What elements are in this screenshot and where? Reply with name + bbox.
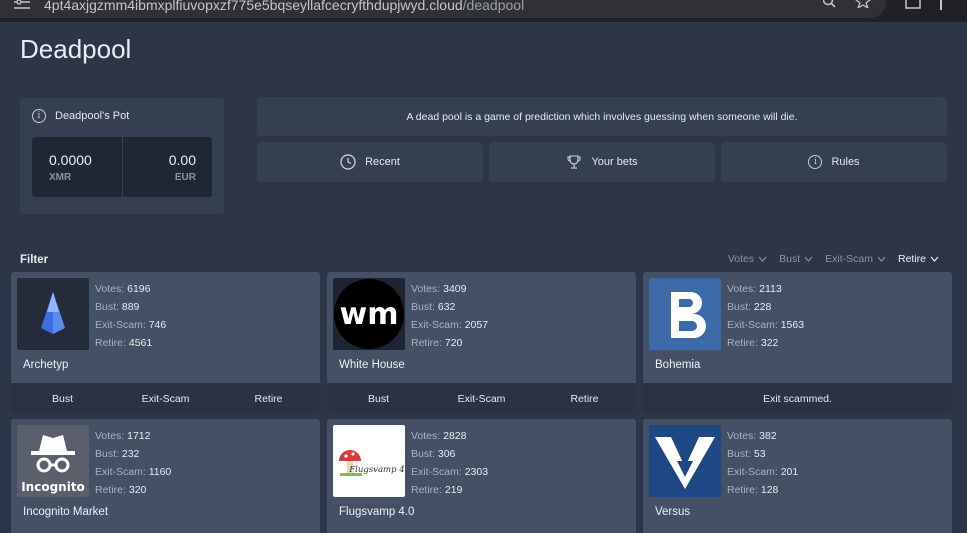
menu-icon[interactable] bbox=[940, 0, 942, 10]
vote-actions: Bust Exit-Scam Retire bbox=[327, 383, 636, 413]
xmr-label: XMR bbox=[49, 172, 72, 183]
pot-values: 0.0000 XMR 0.00 EUR bbox=[32, 137, 212, 197]
eur-value: 0.00 bbox=[168, 152, 196, 168]
market-card-incognito: Incognito Votes: 1712 Bust: 232 Exit-Sca… bbox=[11, 419, 320, 533]
retire-button[interactable]: Retire bbox=[217, 393, 320, 405]
trophy-icon bbox=[567, 155, 581, 169]
bohemia-logo bbox=[649, 278, 721, 350]
svg-text:Incognito: Incognito bbox=[21, 480, 85, 494]
market-stats: Votes: 3409 Bust: 632 Exit-Scam: 2057 Re… bbox=[411, 283, 489, 349]
sort-exit-scam[interactable]: Exit-Scam bbox=[825, 253, 886, 265]
address-bar[interactable]: 4pt4axjgzmm4ibmxplfiuvopxzf775e5bqseylla… bbox=[0, 0, 886, 18]
market-stats: Votes: 1712 Bust: 232 Exit-Scam: 1160 Re… bbox=[95, 430, 172, 496]
archetyp-logo bbox=[17, 278, 89, 350]
sort-retire[interactable]: Retire bbox=[898, 253, 939, 265]
your-bets-button[interactable]: Your bets bbox=[489, 142, 715, 182]
market-stats: Votes: 382 Bust: 53 Exit-Scam: 201 Retir… bbox=[727, 430, 799, 496]
retire-button[interactable]: Retire bbox=[533, 393, 636, 405]
info-icon: i bbox=[32, 109, 46, 123]
svg-text:wm: wm bbox=[340, 297, 399, 332]
chevron-down-icon bbox=[930, 256, 939, 262]
status-bar: Exit scammed. bbox=[643, 383, 952, 413]
exit-scammed-status: Exit scammed. bbox=[763, 392, 832, 405]
incognito-logo: Incognito bbox=[17, 425, 89, 497]
exit-scam-button[interactable]: Exit-Scam bbox=[430, 393, 533, 405]
rules-label: Rules bbox=[831, 156, 860, 168]
bust-button[interactable]: Bust bbox=[327, 393, 430, 405]
market-stats: Votes: 2828 Bust: 306 Exit-Scam: 2303 Re… bbox=[411, 430, 489, 496]
browser-toolbar: 4pt4axjgzmm4ibmxplfiuvopxzf775e5bqseylla… bbox=[0, 0, 967, 22]
pot-label: Deadpool's Pot bbox=[55, 110, 130, 122]
url-text[interactable]: 4pt4axjgzmm4ibmxplfiuvopxzf775e5bqseylla… bbox=[44, 0, 524, 13]
extensions-icon[interactable] bbox=[905, 0, 921, 10]
recent-label: Recent bbox=[365, 156, 400, 168]
market-card-flugsvamp: Flugsvamp 4.0 Votes: 2828 Bust: 306 Exit… bbox=[327, 419, 636, 533]
market-name: Incognito Market bbox=[23, 506, 109, 518]
market-name: Flugsvamp 4.0 bbox=[339, 506, 415, 518]
eur-label: EUR bbox=[174, 172, 196, 183]
versus-logo bbox=[649, 425, 721, 497]
vote-actions: Bust Exit-Scam Retire bbox=[11, 383, 320, 413]
page-title: Deadpool bbox=[20, 34, 132, 64]
white-house-logo: wm bbox=[333, 278, 405, 350]
market-stats: Votes: 6196 Bust: 889 Exit-Scam: 746 Ret… bbox=[95, 283, 167, 349]
chevron-down-icon bbox=[877, 256, 886, 262]
market-name: Bohemia bbox=[655, 359, 701, 371]
sort-votes[interactable]: Votes bbox=[728, 253, 767, 265]
market-card-white-house: wm Votes: 3409 Bust: 632 Exit-Scam: 2057… bbox=[327, 272, 636, 413]
description-banner: A dead pool is a game of prediction whic… bbox=[257, 97, 947, 136]
site-info-icon[interactable] bbox=[14, 0, 30, 10]
chevron-down-icon bbox=[804, 256, 813, 262]
svg-text:Flugsvamp 4.0: Flugsvamp 4.0 bbox=[348, 465, 405, 475]
recent-button[interactable]: Recent bbox=[257, 142, 483, 182]
clock-icon bbox=[340, 154, 356, 170]
your-bets-label: Your bets bbox=[591, 156, 638, 168]
bust-button[interactable]: Bust bbox=[11, 393, 114, 405]
flugsvamp-logo: Flugsvamp 4.0 bbox=[333, 425, 405, 497]
sort-bust[interactable]: Bust bbox=[779, 253, 813, 265]
market-card-bohemia: Votes: 2113 Bust: 228 Exit-Scam: 1563 Re… bbox=[643, 272, 952, 413]
market-card-versus: Votes: 382 Bust: 53 Exit-Scam: 201 Retir… bbox=[643, 419, 952, 533]
market-card-archetyp: Votes: 6196 Bust: 889 Exit-Scam: 746 Ret… bbox=[11, 272, 320, 413]
market-name: Archetyp bbox=[23, 359, 69, 371]
rules-button[interactable]: i Rules bbox=[721, 142, 947, 182]
pot-panel: i Deadpool's Pot 0.0000 XMR 0.00 EUR bbox=[20, 98, 224, 214]
market-stats: Votes: 2113 Bust: 228 Exit-Scam: 1563 Re… bbox=[727, 283, 805, 349]
market-name: White House bbox=[339, 359, 405, 371]
chevron-down-icon bbox=[758, 256, 767, 262]
filter-heading: Filter bbox=[20, 254, 49, 266]
market-name: Versus bbox=[655, 506, 691, 518]
bookmark-star-icon[interactable] bbox=[855, 0, 871, 8]
info-icon: i bbox=[808, 155, 823, 169]
sort-options: Votes Bust Exit-Scam Retire bbox=[728, 253, 939, 265]
exit-scam-button[interactable]: Exit-Scam bbox=[114, 393, 217, 405]
search-icon[interactable] bbox=[823, 0, 837, 8]
xmr-value: 0.0000 bbox=[49, 152, 92, 168]
